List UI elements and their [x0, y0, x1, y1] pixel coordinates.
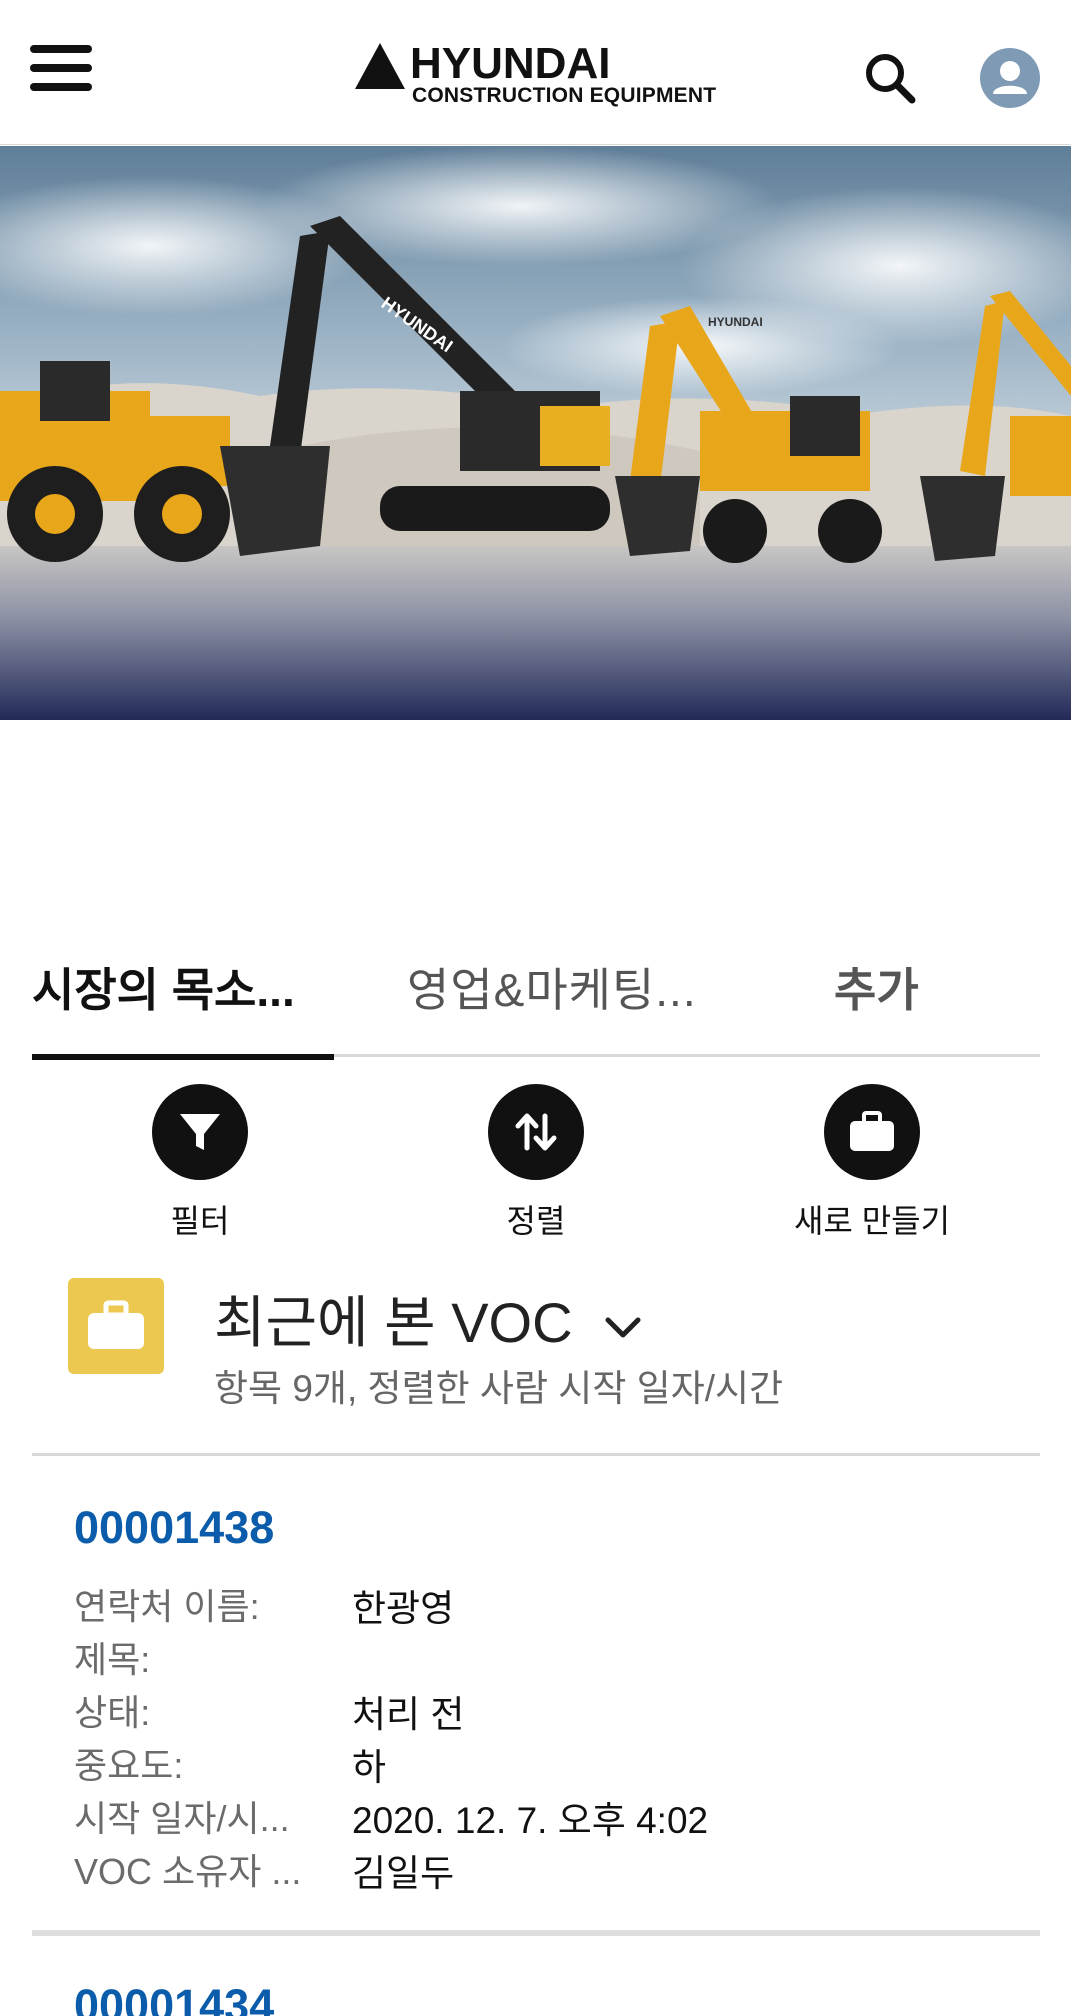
field-label: 연락처 이름:: [74, 1586, 260, 1627]
field-value: 처리 전: [352, 1694, 465, 1735]
record-id-link[interactable]: 00001438: [74, 1502, 274, 1554]
action-bar: 필터 정렬 새로 만들기: [0, 1084, 1071, 1244]
field-label: VOC 소유자 ...: [74, 1851, 302, 1892]
list-view-header: 최근에 본 VOC 항목 9개, 정렬한 사람 시작 일자/시간: [32, 1270, 1040, 1456]
field-value: 하: [352, 1747, 387, 1788]
tab-more[interactable]: 추가: [834, 955, 954, 1057]
chevron-down-icon[interactable]: [602, 1306, 644, 1348]
field-label: 제목:: [74, 1639, 151, 1680]
field-row: 제목:: [74, 1631, 1024, 1683]
sort-label: 정렬: [506, 1203, 566, 1239]
field-row: VOC 소유자 ... 김일두: [74, 1843, 1024, 1895]
field-value: 2020. 12. 7. 오후 4:02: [352, 1800, 709, 1841]
field-value: 김일두: [352, 1853, 455, 1894]
list-briefcase-icon: [68, 1278, 164, 1374]
filter-icon: [152, 1084, 248, 1180]
filter-button[interactable]: 필터: [90, 1084, 310, 1244]
search-icon[interactable]: [862, 50, 918, 106]
list-view-subtitle: 항목 9개, 정렬한 사람 시작 일자/시간: [214, 1368, 784, 1409]
sort-icon: [488, 1084, 584, 1180]
field-row: 상태: 처리 전: [74, 1684, 1024, 1736]
list-item[interactable]: 00001438 연락처 이름: 한광영 제목: 상태: 처리 전 중요도: 하…: [32, 1460, 1040, 1936]
brand-name: HYUNDAI: [410, 39, 611, 88]
menu-icon[interactable]: [30, 45, 92, 95]
sort-button[interactable]: 정렬: [426, 1084, 646, 1244]
list-view-title[interactable]: 최근에 본 VOC: [214, 1278, 573, 1359]
field-label: 시작 일자/시...: [74, 1798, 290, 1839]
briefcase-icon: [824, 1084, 920, 1180]
top-bar: HYUNDAI CONSTRUCTION EQUIPMENT: [0, 0, 1071, 145]
brand-logo: HYUNDAI CONSTRUCTION EQUIPMENT: [355, 40, 720, 110]
svg-text:HYUNDAI: HYUNDAI: [708, 315, 763, 329]
tab-voc[interactable]: 시장의 목소...: [32, 955, 334, 1060]
field-row: 중요도: 하: [74, 1737, 1024, 1789]
field-row: 연락처 이름: 한광영: [74, 1578, 1024, 1630]
filter-label: 필터: [170, 1203, 230, 1239]
field-label: 중요도:: [74, 1745, 184, 1786]
hero-banner-image: HYUNDAI HYUNDAI: [0, 146, 1071, 720]
app-root: HYUNDAI CONSTRUCTION EQUIPMENT HYUNDAI H…: [0, 0, 1071, 2016]
new-label: 새로 만들기: [793, 1203, 951, 1239]
field-value: 한광영: [352, 1588, 455, 1629]
logo-triangle-icon: [355, 43, 405, 89]
list-item[interactable]: 00001434: [32, 1942, 1040, 2016]
field-label: 상태:: [74, 1692, 151, 1733]
brand-subtitle: CONSTRUCTION EQUIPMENT: [412, 84, 717, 107]
user-avatar-icon[interactable]: [980, 48, 1040, 108]
new-button[interactable]: 새로 만들기: [762, 1084, 982, 1244]
record-id-link[interactable]: 00001434: [74, 1980, 274, 2016]
tab-bar: 시장의 목소... 영업&마케팅... 추가: [32, 955, 1040, 1060]
tab-sales-marketing[interactable]: 영업&마케팅...: [407, 955, 747, 1057]
field-row: 시작 일자/시... 2020. 12. 7. 오후 4:02: [74, 1790, 1024, 1842]
